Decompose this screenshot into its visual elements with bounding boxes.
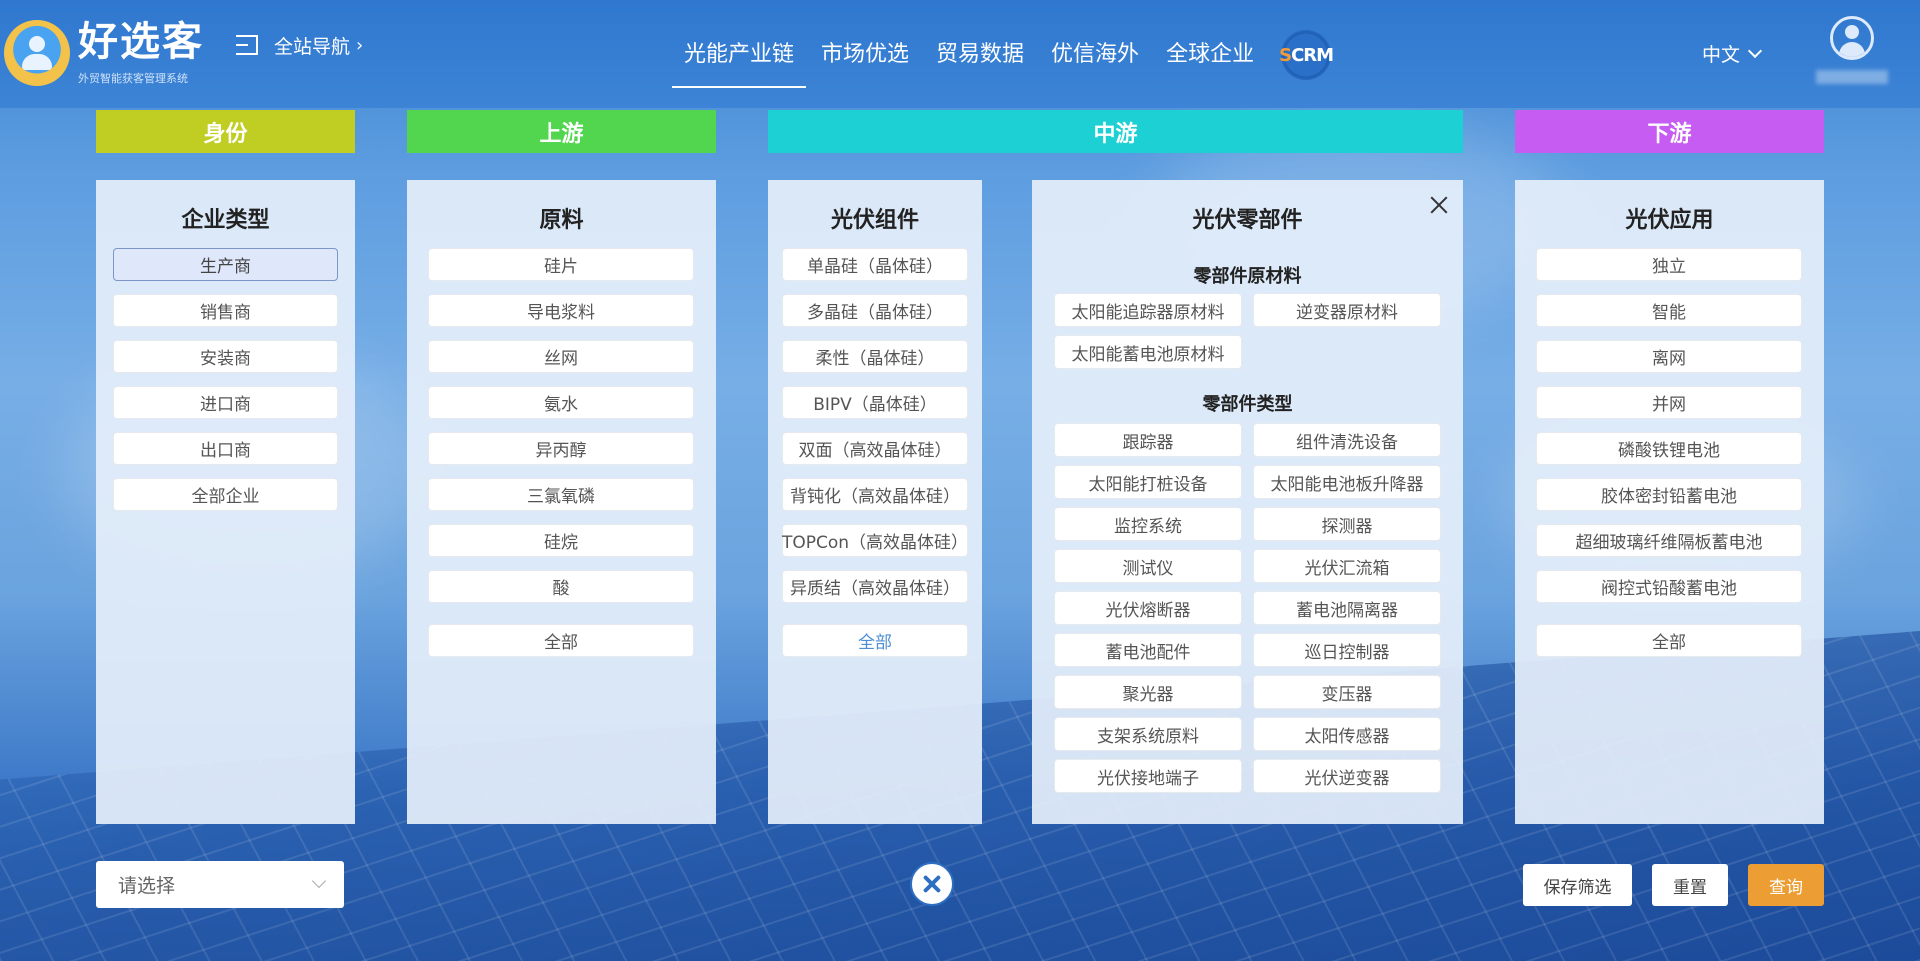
option-item[interactable]: 光伏接地端子: [1054, 759, 1242, 793]
chevron-down-icon: [1747, 43, 1763, 58]
nav-item-global-enterprises[interactable]: 全球企业: [1166, 34, 1254, 88]
option-item[interactable]: 背钝化（高效晶体硅）: [782, 478, 968, 511]
option-all[interactable]: 全部: [428, 624, 694, 657]
pv-applications-panel: 光伏应用 独立 智能 离网 并网 磷酸铁锂电池 胶体密封铅蓄电池 超细玻璃纤维隔…: [1515, 180, 1824, 824]
nav-item-youxin-overseas[interactable]: 优信海外: [1051, 34, 1139, 88]
saved-filter-select[interactable]: 请选择: [96, 861, 344, 908]
option-item[interactable]: 阀控式铅酸蓄电池: [1536, 570, 1802, 603]
logo-title: 好选客: [78, 19, 204, 65]
user-avatar-icon[interactable]: [1830, 16, 1874, 60]
option-item[interactable]: 独立: [1536, 248, 1802, 281]
site-nav-label: 全站导航: [274, 35, 351, 58]
panel-title: 光伏零部件: [1192, 208, 1303, 233]
select-placeholder: 请选择: [118, 875, 176, 897]
option-item[interactable]: 丝网: [428, 340, 694, 373]
reset-button[interactable]: 重置: [1652, 864, 1728, 906]
option-item[interactable]: 三氯氧磷: [428, 478, 694, 511]
scrm-button[interactable]: S CRM: [1279, 30, 1334, 80]
option-item[interactable]: 单晶硅（晶体硅）: [782, 248, 968, 281]
logo-subtitle: 外贸智能获客管理系统: [78, 72, 188, 85]
menu-icon: [236, 33, 264, 57]
option-item[interactable]: 异丙醇: [428, 432, 694, 465]
option-item[interactable]: 氨水: [428, 386, 694, 419]
language-selector[interactable]: 中文: [1702, 40, 1763, 67]
panel-title: 原料: [539, 208, 584, 233]
subsection-title: 零部件原材料: [1193, 266, 1302, 287]
chevron-down-icon: [311, 873, 327, 889]
option-item[interactable]: 异质结（高效晶体硅）: [782, 570, 968, 603]
pv-parts-panel: 光伏零部件 零部件原材料 太阳能追踪器原材料 逆变器原材料 太阳能蓄电池原材料 …: [1032, 180, 1463, 824]
option-item[interactable]: 磷酸铁锂电池: [1536, 432, 1802, 465]
option-manufacturer[interactable]: 生产商: [113, 248, 338, 281]
option-item[interactable]: 光伏熔断器: [1054, 591, 1242, 625]
category-identity: 身份: [96, 110, 355, 153]
option-item[interactable]: 硅片: [428, 248, 694, 281]
option-installer[interactable]: 安装商: [113, 340, 338, 373]
option-item[interactable]: 双面（高效晶体硅）: [782, 432, 968, 465]
option-item[interactable]: 太阳能追踪器原材料: [1054, 293, 1242, 327]
option-all[interactable]: 全部: [1536, 624, 1802, 657]
chevron-right-icon: ›: [356, 34, 364, 56]
option-item[interactable]: 巡日控制器: [1253, 633, 1441, 667]
option-item[interactable]: 组件清洗设备: [1253, 423, 1441, 457]
logo[interactable]: 好选客 外贸智能获客管理系统: [4, 12, 204, 90]
top-header: 好选客 外贸智能获客管理系统 全站导航 › 光能产业链 市场优选 贸易数据 优信…: [0, 0, 1920, 108]
option-item[interactable]: 太阳能电池板升降器: [1253, 465, 1441, 499]
option-importer[interactable]: 进口商: [113, 386, 338, 419]
option-item[interactable]: 太阳能打桩设备: [1054, 465, 1242, 499]
option-item[interactable]: 蓄电池隔离器: [1253, 591, 1441, 625]
logo-badge-icon: [4, 20, 70, 86]
subsection-title: 零部件类型: [1202, 394, 1293, 415]
option-item[interactable]: 光伏逆变器: [1253, 759, 1441, 793]
option-seller[interactable]: 销售商: [113, 294, 338, 327]
nav-item-trade-data[interactable]: 贸易数据: [936, 34, 1024, 88]
raw-materials-panel: 原料 硅片 导电浆料 丝网 氨水 异丙醇 三氯氧磷 硅烷 酸 全部: [407, 180, 716, 824]
nav-item-solar-chain[interactable]: 光能产业链: [671, 34, 807, 88]
close-icon[interactable]: [1428, 194, 1450, 216]
option-item[interactable]: 硅烷: [428, 524, 694, 557]
option-item[interactable]: 逆变器原材料: [1253, 293, 1441, 327]
option-item[interactable]: 柔性（晶体硅）: [782, 340, 968, 373]
option-item[interactable]: 太阳能蓄电池原材料: [1054, 335, 1242, 369]
panel-title: 光伏应用: [1625, 208, 1714, 233]
nav-item-market-select[interactable]: 市场优选: [821, 34, 909, 88]
category-downstream: 下游: [1515, 110, 1824, 153]
panel-title: 光伏组件: [830, 208, 919, 233]
option-item[interactable]: 监控系统: [1054, 507, 1242, 541]
query-button[interactable]: 查询: [1748, 864, 1824, 906]
option-item[interactable]: 支架系统原料: [1054, 717, 1242, 751]
option-item[interactable]: 智能: [1536, 294, 1802, 327]
option-item[interactable]: 超细玻璃纤维隔板蓄电池: [1536, 524, 1802, 557]
option-item[interactable]: 探测器: [1253, 507, 1441, 541]
option-item[interactable]: 光伏汇流箱: [1253, 549, 1441, 583]
option-item[interactable]: 离网: [1536, 340, 1802, 373]
user-name-blurred: [1816, 70, 1888, 84]
option-item[interactable]: 太阳传感器: [1253, 717, 1441, 751]
option-item[interactable]: 并网: [1536, 386, 1802, 419]
site-navigation-toggle[interactable]: 全站导航 ›: [236, 30, 363, 60]
option-item[interactable]: 蓄电池配件: [1054, 633, 1242, 667]
language-label: 中文: [1702, 44, 1741, 66]
option-all-enterprises[interactable]: 全部企业: [113, 478, 338, 511]
option-item[interactable]: 导电浆料: [428, 294, 694, 327]
option-item[interactable]: 聚光器: [1054, 675, 1242, 709]
option-item[interactable]: 胶体密封铅蓄电池: [1536, 478, 1802, 511]
option-item[interactable]: 多晶硅（晶体硅）: [782, 294, 968, 327]
save-filter-button[interactable]: 保存筛选: [1523, 864, 1632, 906]
category-upstream: 上游: [407, 110, 716, 153]
option-item[interactable]: 酸: [428, 570, 694, 603]
option-item[interactable]: TOPCon（高效晶体硅）: [782, 524, 968, 557]
option-item[interactable]: BIPV（晶体硅）: [782, 386, 968, 419]
option-item[interactable]: 变压器: [1253, 675, 1441, 709]
option-item[interactable]: 跟踪器: [1054, 423, 1242, 457]
category-midstream: 中游: [768, 110, 1463, 153]
pv-modules-panel: 光伏组件 单晶硅（晶体硅） 多晶硅（晶体硅） 柔性（晶体硅） BIPV（晶体硅）…: [768, 180, 982, 824]
main-navigation: 光能产业链 市场优选 贸易数据 优信海外 全球企业 S CRM: [671, 30, 1334, 88]
panel-title: 企业类型: [181, 208, 270, 233]
option-item[interactable]: 测试仪: [1054, 549, 1242, 583]
option-exporter[interactable]: 出口商: [113, 432, 338, 465]
enterprise-type-panel: 企业类型 生产商 销售商 安装商 进口商 出口商 全部企业: [96, 180, 355, 824]
option-all[interactable]: 全部: [782, 624, 968, 657]
close-circle-icon[interactable]: [910, 862, 954, 906]
